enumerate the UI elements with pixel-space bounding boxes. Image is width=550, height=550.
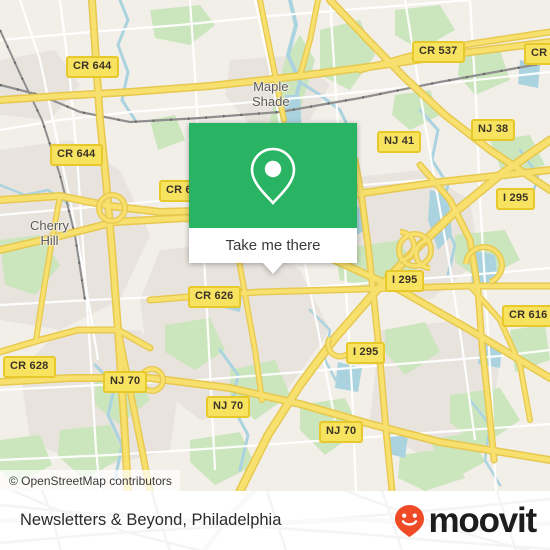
road-shield: I 295: [385, 270, 425, 292]
osm-attribution[interactable]: © OpenStreetMap contributors: [0, 470, 180, 491]
moovit-wordmark: moovit: [428, 501, 537, 540]
screenshot-root: CR 644CR 537CR 6CR 644NJ 41NJ 38CR 6I 29…: [0, 0, 550, 550]
road-shield: CR 6: [524, 43, 550, 65]
page-title-text: Newsletters & Beyond, Philadelphia: [20, 511, 282, 529]
road-shield: NJ 38: [471, 119, 516, 141]
page-title: Newsletters & Beyond, Philadelphia: [20, 491, 281, 550]
popup-tail: [263, 263, 283, 274]
road-shield: NJ 70: [206, 396, 251, 418]
road-shield: CR 616: [502, 305, 550, 327]
road-shield: NJ 70: [103, 371, 148, 393]
place-label-line: Hill: [40, 233, 59, 248]
road-shield: CR 626: [188, 286, 241, 308]
road-shield: CR 628: [3, 356, 56, 378]
place-label-line: Shade: [252, 94, 290, 109]
moovit-pin-smile-icon: [395, 504, 425, 537]
place-label: Cherry Hill: [30, 219, 69, 247]
road-shield: CR 537: [412, 41, 465, 63]
road-shield: NJ 41: [377, 131, 422, 153]
take-me-there-button[interactable]: Take me there: [189, 228, 357, 263]
road-shield: I 295: [346, 342, 386, 364]
road-shield: CR 644: [50, 144, 103, 166]
moovit-logo[interactable]: moovit: [393, 491, 537, 550]
map-canvas[interactable]: CR 644CR 537CR 6CR 644NJ 41NJ 38CR 6I 29…: [0, 0, 550, 491]
location-popup[interactable]: Take me there: [189, 123, 357, 274]
footer-bar: Newsletters & Beyond, Philadelphia moovi…: [0, 491, 550, 550]
road-shield: CR 644: [66, 56, 119, 78]
map-pin-icon: [250, 147, 296, 205]
osm-attribution-text: © OpenStreetMap contributors: [9, 473, 172, 488]
place-label-line: Cherry: [30, 218, 70, 233]
place-label: Maple Shade: [252, 80, 290, 108]
place-label-line: Maple: [253, 79, 289, 94]
road-shield: NJ 70: [319, 421, 364, 443]
road-shield: I 295: [496, 188, 536, 210]
take-me-there-label: Take me there: [225, 237, 321, 254]
popup-marker-panel: [189, 123, 357, 228]
